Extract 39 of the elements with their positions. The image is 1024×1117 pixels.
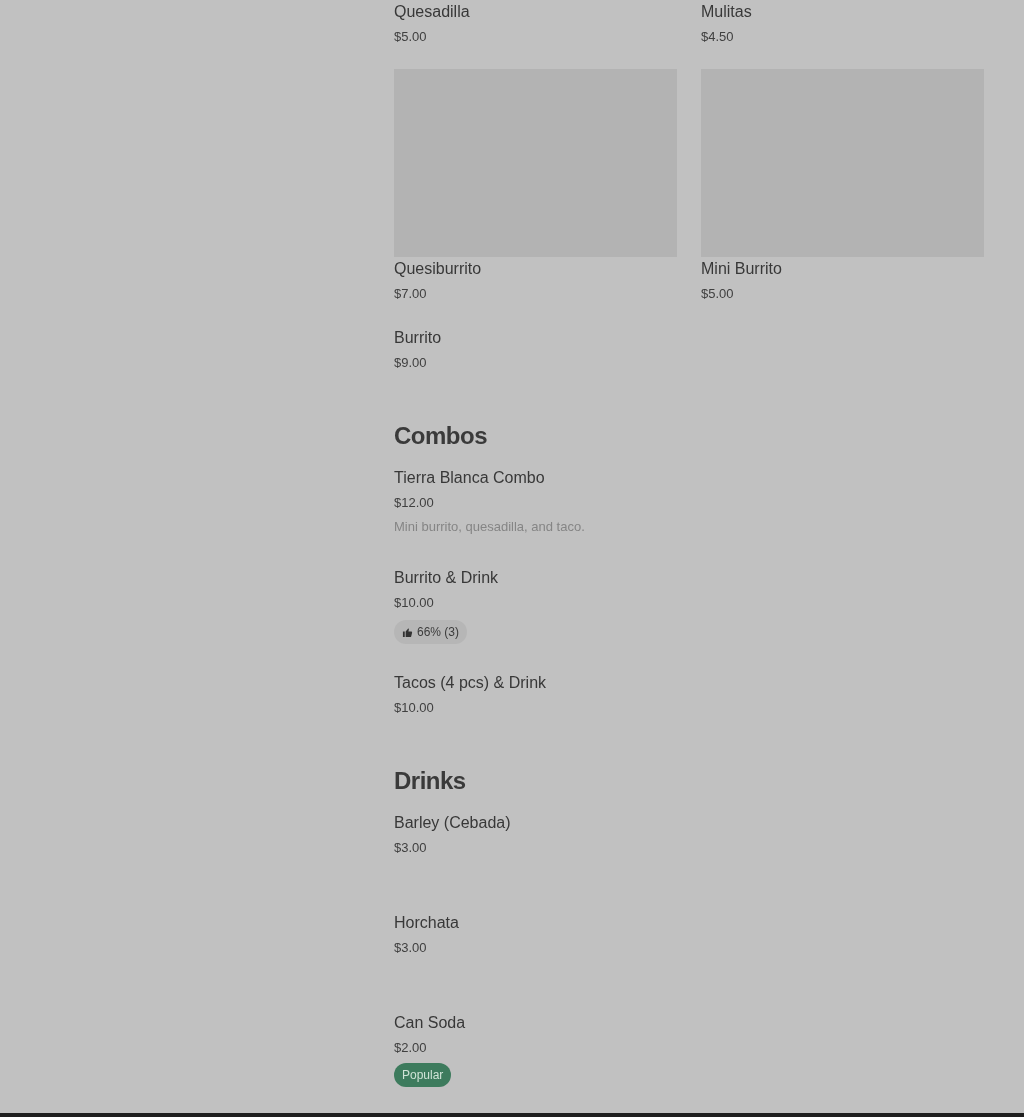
item-name: Horchata xyxy=(394,913,459,933)
menu-item[interactable]: Tierra Blanca Combo $12.00 Mini burrito, quesadilla, and taco. xyxy=(394,466,984,539)
menu-item[interactable]: Quesadilla $5.00 xyxy=(394,0,677,49)
item-price: $9.00 xyxy=(394,354,427,372)
item-name: Burrito & Drink xyxy=(394,568,499,588)
item-price: $5.00 xyxy=(701,285,734,303)
item-name: Can Soda xyxy=(394,1013,466,1033)
item-price: $3.00 xyxy=(394,939,427,957)
section-heading: Combos xyxy=(394,421,487,451)
item-description: Mini burrito, quesadilla, and taco. xyxy=(394,518,585,536)
section-heading: Drinks xyxy=(394,766,466,796)
menu-item[interactable]: Mini Burrito $5.00 xyxy=(701,69,984,306)
menu-item[interactable]: Burrito & Drink $10.00 66% (3) xyxy=(394,566,984,644)
item-name: Quesadilla xyxy=(394,2,470,22)
menu-item[interactable]: Quesiburrito $7.00 xyxy=(394,69,677,306)
popular-badge: Popular xyxy=(394,1063,452,1087)
item-price: $7.00 xyxy=(394,285,427,303)
menu-item[interactable]: Burrito $9.00 xyxy=(394,326,677,375)
item-name: Barley (Cebada) xyxy=(394,813,511,833)
item-price: $10.00 xyxy=(394,699,434,717)
item-name: Mulitas xyxy=(701,2,752,22)
menu-item[interactable]: Barley (Cebada) $3.00 xyxy=(394,811,984,884)
item-name: Quesiburrito xyxy=(394,259,482,279)
rating-text: 66% (3) xyxy=(417,624,460,641)
menu-item[interactable]: Can Soda $2.00 Popular xyxy=(394,1011,984,1087)
item-price: $3.00 xyxy=(394,839,427,857)
item-name: Tierra Blanca Combo xyxy=(394,468,545,488)
menu-item[interactable]: Horchata $3.00 xyxy=(394,911,984,984)
item-name: Tacos (4 pcs) & Drink xyxy=(394,673,547,693)
menu-item[interactable]: Mulitas $4.50 xyxy=(701,0,984,49)
item-name: Burrito xyxy=(394,328,442,348)
item-price: $10.00 xyxy=(394,594,434,612)
item-price: $4.50 xyxy=(701,28,734,46)
item-price: $2.00 xyxy=(394,1039,427,1057)
item-name: Mini Burrito xyxy=(701,259,782,279)
item-price: $12.00 xyxy=(394,494,434,512)
thumbs-up-icon xyxy=(402,626,413,638)
item-price: $5.00 xyxy=(394,28,427,46)
menu-item[interactable]: Tacos (4 pcs) & Drink $10.00 xyxy=(394,671,984,744)
